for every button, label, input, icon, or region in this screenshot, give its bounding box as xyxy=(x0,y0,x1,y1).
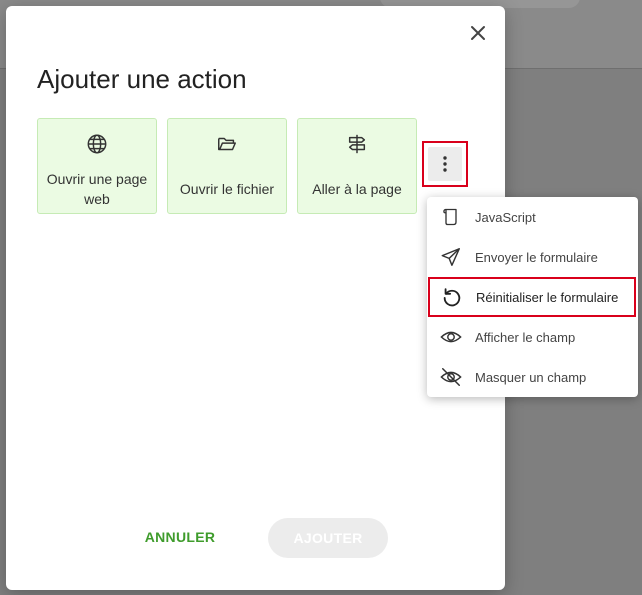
action-go-to-page[interactable]: Aller à la page xyxy=(297,118,417,214)
menu-item-javascript[interactable]: JavaScript xyxy=(427,197,638,237)
menu-item-label: Afficher le champ xyxy=(475,329,576,345)
close-icon xyxy=(471,26,485,40)
menu-item-hide-field[interactable]: Masquer un champ xyxy=(427,357,638,397)
action-card-label: Aller à la page xyxy=(312,181,402,197)
more-vertical-icon xyxy=(443,156,447,172)
eye-off-icon xyxy=(440,368,462,386)
action-open-file[interactable]: Ouvrir le fichier xyxy=(167,118,287,214)
add-button[interactable]: AJOUTER xyxy=(268,518,388,558)
signpost-icon xyxy=(348,134,366,154)
menu-item-reset-form[interactable]: Réinitialiser le formulaire xyxy=(428,277,636,317)
close-button[interactable] xyxy=(465,20,491,46)
menu-item-label: Masquer un champ xyxy=(475,369,587,385)
menu-item-label: JavaScript xyxy=(475,209,536,225)
more-actions-menu: JavaScript Envoyer le formulaire Réiniti… xyxy=(427,197,638,397)
eye-icon xyxy=(440,331,462,343)
send-icon xyxy=(441,248,460,266)
globe-icon xyxy=(87,134,107,154)
reset-icon xyxy=(443,288,461,307)
folder-open-icon xyxy=(218,137,236,151)
menu-item-submit-form[interactable]: Envoyer le formulaire xyxy=(427,237,638,277)
script-icon xyxy=(443,208,457,226)
menu-item-show-field[interactable]: Afficher le champ xyxy=(427,317,638,357)
action-card-label: Ouvrir le fichier xyxy=(179,181,275,197)
action-card-label: Ouvrir une page web xyxy=(46,171,148,207)
action-open-web-page[interactable]: Ouvrir une page web xyxy=(37,118,157,214)
dialog-title: Ajouter une action xyxy=(37,64,247,94)
menu-item-label: Envoyer le formulaire xyxy=(475,249,598,265)
more-actions-button[interactable] xyxy=(422,141,468,187)
menu-item-label: Réinitialiser le formulaire xyxy=(476,289,619,305)
cancel-button[interactable]: ANNULER xyxy=(130,518,230,556)
